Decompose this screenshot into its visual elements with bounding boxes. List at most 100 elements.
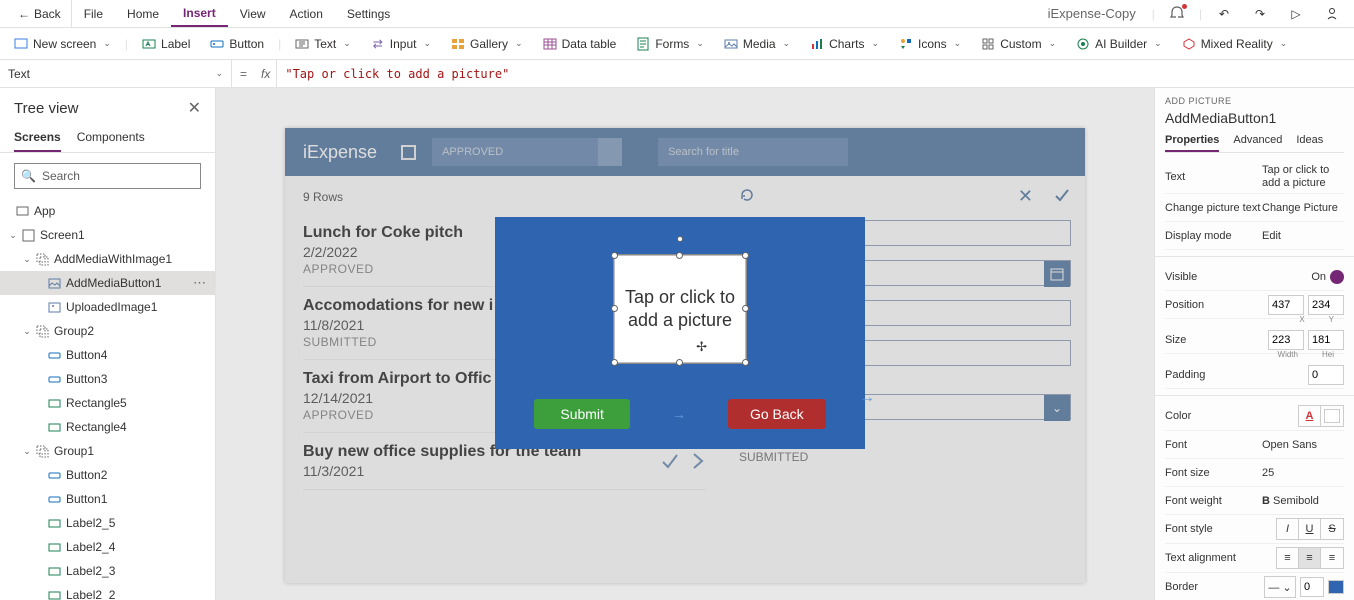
border-color-swatch[interactable] (1328, 580, 1344, 594)
resize-handle[interactable] (742, 305, 749, 312)
label-icon (46, 540, 62, 554)
tree-node-screen1[interactable]: ⌄ Screen1 (0, 223, 215, 247)
input-button[interactable]: ⇄ Input⌄ (361, 28, 441, 59)
tab-ideas[interactable]: Ideas (1296, 134, 1323, 152)
resize-handle[interactable] (676, 252, 683, 259)
change-picture-text-value[interactable]: Change Picture (1262, 202, 1344, 214)
charts-button[interactable]: Charts⌄ (800, 28, 889, 59)
tree-node-button3[interactable]: Button3 (0, 367, 215, 391)
tree-node-button4[interactable]: Button4 (0, 343, 215, 367)
arrow-icon: → (672, 406, 686, 422)
forms-button[interactable]: Forms⌄ (626, 28, 714, 59)
play-icon[interactable]: ▷ (1282, 2, 1310, 26)
font-select[interactable]: Open Sans (1262, 439, 1344, 451)
app-header: iExpense APPROVED ⌄ Search for title (285, 128, 1085, 176)
color-picker[interactable]: A (1298, 405, 1344, 427)
text-property-value[interactable]: Tap or click to add a picture (1262, 164, 1344, 190)
border-style-select[interactable]: — ⌄ (1264, 576, 1296, 598)
health-check-icon[interactable] (1163, 2, 1191, 26)
tree-node-app[interactable]: App (0, 199, 215, 223)
menu-insert[interactable]: Insert (171, 0, 228, 27)
tree-node-button2[interactable]: Button2 (0, 463, 215, 487)
resize-handle[interactable] (611, 359, 618, 366)
position-x-input[interactable] (1268, 295, 1304, 315)
tab-screens[interactable]: Screens (14, 124, 61, 152)
tab-advanced[interactable]: Advanced (1233, 134, 1282, 152)
properties-panel: ADD PICTURE AddMediaButton1 Properties A… (1154, 88, 1354, 600)
custom-button[interactable]: Custom⌄ (971, 28, 1066, 59)
new-screen-button[interactable]: New screen⌄ (4, 28, 121, 59)
tree-node-rectangle5[interactable]: Rectangle5 (0, 391, 215, 415)
tree-node-uploadedimage1[interactable]: UploadedImage1 (0, 295, 215, 319)
tree-node-addmediawithimage1[interactable]: ⌄ AddMediaWithImage1 (0, 247, 215, 271)
data-table-button[interactable]: Data table (533, 28, 627, 59)
tree-search-input[interactable]: 🔍 Search (14, 163, 201, 189)
refresh-icon[interactable] (739, 187, 755, 206)
back-button[interactable]: ← Back (8, 0, 72, 27)
padding-input[interactable] (1308, 365, 1344, 385)
menu-action[interactable]: Action (278, 0, 335, 27)
icons-button[interactable]: Icons⌄ (889, 28, 971, 59)
check-icon[interactable] (659, 450, 681, 472)
tree-node-label2-4[interactable]: Label2_4 (0, 535, 215, 559)
add-media-button-selected[interactable]: Tap or click to add a picture ✢ (614, 255, 746, 363)
size-height-input[interactable] (1308, 330, 1344, 350)
tree-node-rectangle4[interactable]: Rectangle4 (0, 415, 215, 439)
resize-handle[interactable] (611, 305, 618, 312)
tree-node-button1[interactable]: Button1 (0, 487, 215, 511)
tree-node-group2[interactable]: ⌄ Group2 (0, 319, 215, 343)
status-filter-dropdown[interactable]: APPROVED ⌄ (432, 138, 622, 166)
label-button[interactable]: Label (132, 28, 200, 59)
tab-properties[interactable]: Properties (1165, 134, 1219, 152)
tree-node-addmediabutton1[interactable]: AddMediaButton1 ⋯ (0, 271, 215, 295)
tree-node-label2-2[interactable]: Label2_2 (0, 583, 215, 600)
mixed-reality-button[interactable]: Mixed Reality⌄ (1172, 28, 1298, 59)
formula-input[interactable]: "Tap or click to add a picture" (277, 67, 1354, 81)
text-button[interactable]: Text⌄ (285, 28, 361, 59)
menu-view[interactable]: View (228, 0, 278, 27)
calendar-icon[interactable] (1044, 261, 1070, 287)
input-icon: ⇄ (371, 37, 385, 51)
ai-builder-button[interactable]: AI Builder⌄ (1066, 28, 1172, 59)
tree-node-group1[interactable]: ⌄ Group1 (0, 439, 215, 463)
chevron-right-icon[interactable] (689, 450, 707, 472)
media-button[interactable]: Media⌄ (714, 28, 800, 59)
accept-icon[interactable] (1053, 186, 1071, 207)
visible-toggle[interactable]: On (1311, 270, 1344, 284)
resize-handle[interactable] (611, 252, 618, 259)
go-back-button[interactable]: Go Back (728, 399, 826, 429)
resize-handle[interactable] (742, 252, 749, 259)
rotate-handle[interactable] (677, 236, 683, 242)
text-align-buttons[interactable]: ≡≡≡ (1276, 547, 1344, 569)
menu-home[interactable]: Home (115, 0, 171, 27)
canvas[interactable]: iExpense APPROVED ⌄ Search for title 9 R… (216, 88, 1154, 600)
size-width-input[interactable] (1268, 330, 1304, 350)
title-search-input[interactable]: Search for title (658, 138, 848, 166)
close-icon[interactable]: ✕ (188, 98, 201, 118)
submit-button[interactable]: Submit (534, 399, 630, 429)
tree-node-label2-3[interactable]: Label2_3 (0, 559, 215, 583)
display-mode-value[interactable]: Edit (1262, 230, 1344, 242)
font-weight-select[interactable]: B Semibold (1262, 495, 1344, 507)
resize-handle[interactable] (742, 359, 749, 366)
menu-file[interactable]: File (72, 0, 115, 27)
menubar: ← Back File Home Insert View Action Sett… (0, 0, 1354, 28)
border-width-input[interactable] (1300, 577, 1324, 597)
undo-icon[interactable]: ↶ (1210, 2, 1238, 26)
cancel-icon[interactable]: ✕ (1018, 186, 1033, 207)
menu-settings[interactable]: Settings (335, 0, 402, 27)
position-y-input[interactable] (1308, 295, 1344, 315)
filter-checkbox[interactable] (401, 145, 416, 160)
button-button[interactable]: Button (200, 28, 274, 59)
tab-components[interactable]: Components (77, 124, 145, 152)
more-icon[interactable]: ⋯ (193, 275, 207, 291)
font-size-input[interactable]: 25 (1262, 467, 1344, 479)
redo-icon[interactable]: ↷ (1246, 2, 1274, 26)
tree-node-label2-5[interactable]: Label2_5 (0, 511, 215, 535)
resize-handle[interactable] (676, 359, 683, 366)
property-selector[interactable]: Text ⌄ (0, 60, 232, 87)
share-icon[interactable] (1318, 2, 1346, 26)
font-style-buttons[interactable]: I U S (1276, 518, 1344, 540)
label-icon (46, 588, 62, 600)
gallery-button[interactable]: Gallery⌄ (441, 28, 533, 59)
